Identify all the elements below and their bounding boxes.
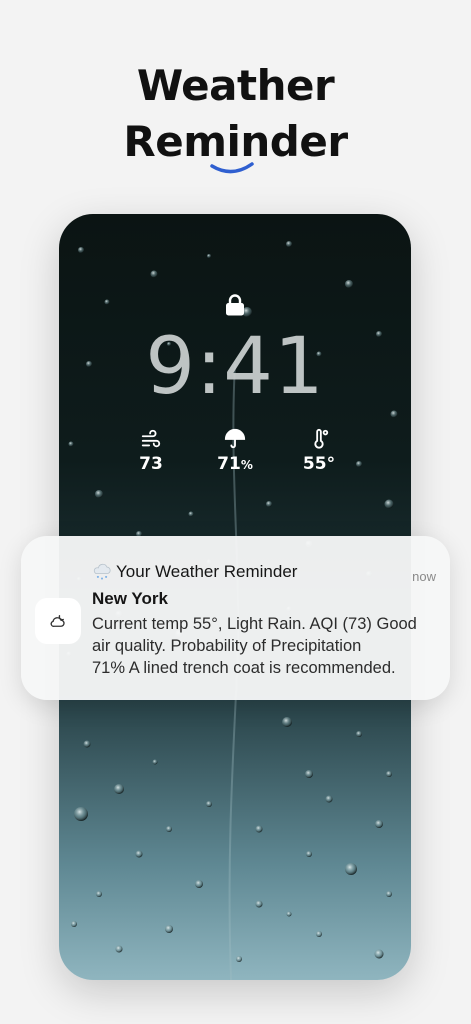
widget-temperature-value: 55° bbox=[302, 454, 336, 474]
notification-time: now bbox=[412, 569, 436, 584]
cloud-moon-icon bbox=[50, 615, 65, 627]
precipitation-number: 71 bbox=[217, 454, 241, 474]
lock-screen-widgets: 73 71% 55° bbox=[121, 428, 349, 474]
notification-body: Current temp 55°, Light Rain. AQI (73) G… bbox=[92, 615, 417, 677]
notification-header: Your Weather Reminder bbox=[92, 562, 297, 582]
notification-city: New York bbox=[92, 589, 168, 608]
widget-temperature[interactable]: 55° bbox=[289, 428, 349, 474]
title-underline-swoosh bbox=[210, 162, 254, 174]
umbrella-icon bbox=[224, 428, 246, 449]
wind-icon bbox=[141, 429, 161, 448]
widget-aqi-value: 73 bbox=[139, 454, 163, 474]
notification-title: Your Weather Reminder bbox=[116, 562, 298, 581]
thermometer-icon bbox=[314, 428, 329, 449]
widget-precipitation-value: 71% bbox=[205, 454, 265, 474]
lock-screen-clock: 9:41 bbox=[145, 322, 325, 412]
weather-notification[interactable]: Your Weather Reminder now New York Curre… bbox=[21, 536, 450, 700]
promo-title-line1: Weather bbox=[136, 61, 335, 110]
widget-precipitation[interactable]: 71% bbox=[205, 428, 265, 474]
promo-title: Weather Reminder bbox=[0, 58, 471, 170]
lock-icon bbox=[226, 294, 244, 316]
cloud-snow-emoji bbox=[93, 563, 111, 580]
app-icon bbox=[35, 598, 81, 644]
precipitation-unit: % bbox=[240, 458, 253, 472]
widget-aqi[interactable]: 73 bbox=[121, 428, 181, 474]
